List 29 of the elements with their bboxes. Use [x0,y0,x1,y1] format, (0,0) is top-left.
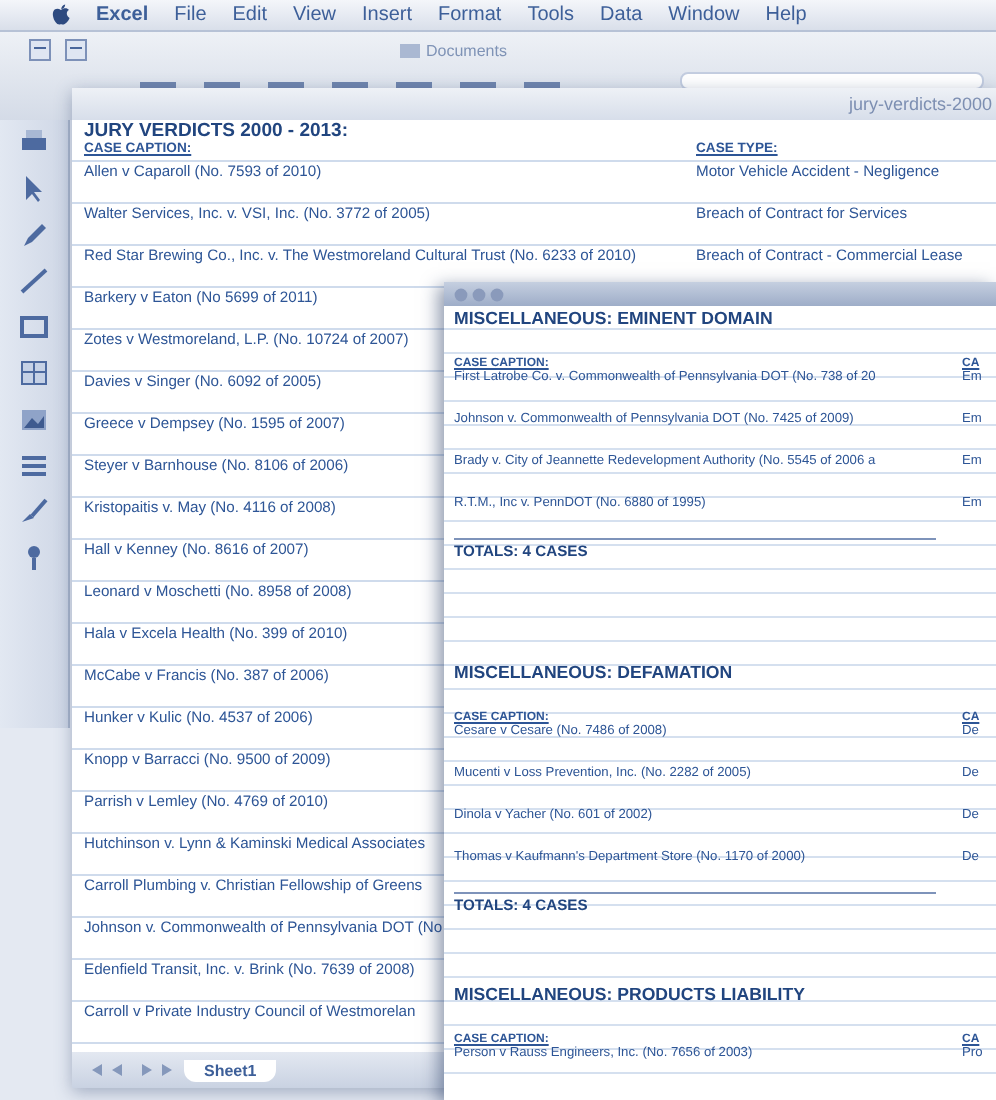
brush-icon[interactable] [18,496,50,526]
scroll-arrows-icon[interactable] [92,1062,172,1078]
menu-item[interactable]: Help [765,4,807,26]
menu-item[interactable]: Format [438,4,502,26]
document-icon[interactable] [64,38,88,62]
rectangle-icon[interactable] [18,312,50,342]
menu-item[interactable]: Edit [232,4,267,26]
sheet-tab[interactable]: Sheet1 [184,1059,277,1081]
picture-icon[interactable] [18,404,50,434]
folder-label: Documents [426,41,507,59]
apple-icon[interactable] [52,4,70,26]
document-icon[interactable] [28,38,52,62]
pen-icon[interactable] [18,220,50,250]
line-icon[interactable] [18,266,50,296]
menu-item[interactable]: Tools [527,4,575,26]
list-icon[interactable] [18,450,50,480]
window-title: jury-verdicts-2000 [848,94,992,114]
menu-item[interactable]: Data [600,4,643,26]
section-heading: MISCELLANEOUS: EMINENT DOMAIN [454,306,775,332]
menu-item[interactable]: View [293,4,336,26]
grid-icon[interactable] [18,358,50,388]
menu-item[interactable]: Insert [362,4,413,26]
sheet-heading: JURY VERDICTS 2000 - 2013: [84,120,351,142]
app-menu[interactable]: Excel [96,4,149,26]
section-heading: MISCELLANEOUS: PRODUCTS LIABILITY [454,982,807,1008]
section-heading: MISCELLANEOUS: DEFAMATION [454,660,735,686]
menu-item[interactable]: Window [668,4,740,26]
menu-item[interactable]: File [174,4,207,26]
folder-icon [400,42,420,58]
